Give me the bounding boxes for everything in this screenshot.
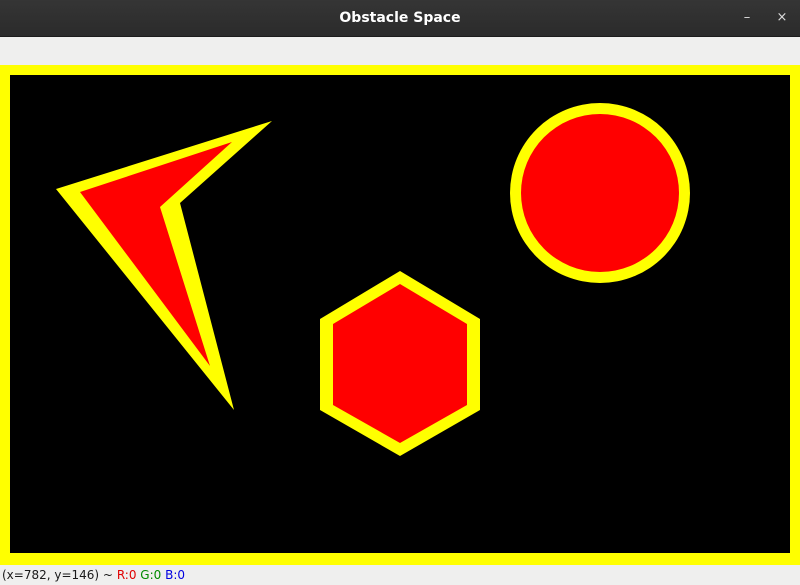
pixel-r-value: R:0 <box>116 568 137 582</box>
window-title: Obstacle Space <box>339 10 461 26</box>
status-bar: (x=782, y=146) ~ R:0 G:0 B:0 <box>0 565 800 585</box>
image-canvas[interactable] <box>0 65 800 565</box>
circle-obstacle <box>521 114 679 272</box>
toolbar <box>0 37 800 65</box>
app-window: Obstacle Space – × (x=782, y=146) ~ R:0 … <box>0 0 800 585</box>
pixel-b-value: B:0 <box>165 568 186 582</box>
close-button[interactable]: × <box>770 6 794 30</box>
minimize-button[interactable]: – <box>735 6 759 30</box>
pixel-g-value: G:0 <box>140 568 162 582</box>
cursor-coordinates: (x=782, y=146) ~ <box>2 568 113 582</box>
title-bar[interactable]: Obstacle Space – × <box>0 0 800 37</box>
obstacle-space-image[interactable] <box>0 65 800 565</box>
